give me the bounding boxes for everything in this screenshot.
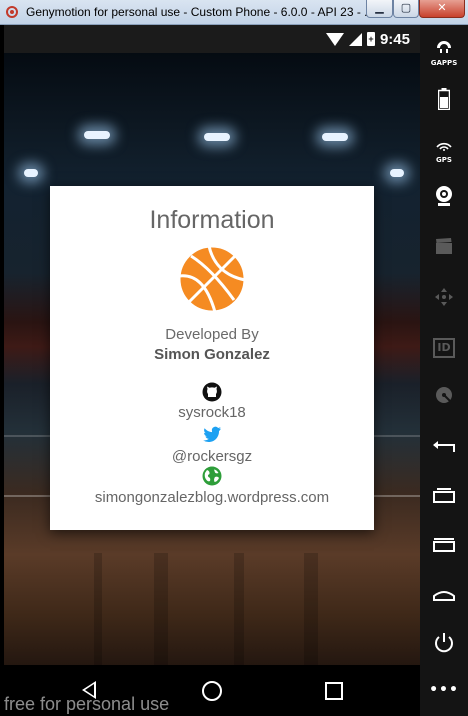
recents-icon[interactable] — [325, 682, 343, 700]
maximize-button[interactable]: ▢ — [393, 0, 419, 18]
status-clock: 9:45 — [379, 30, 410, 48]
genymotion-toolbar: GAPPS GPS ID ••• — [420, 25, 468, 716]
android-status-bar: 9:45 — [4, 25, 420, 53]
menu-icon — [433, 538, 455, 552]
camera-button[interactable] — [420, 185, 468, 211]
recent-apps-icon — [433, 488, 455, 503]
dpad-icon — [435, 288, 453, 306]
back-arrow-icon — [433, 441, 455, 452]
gapps-button[interactable]: GAPPS — [420, 39, 468, 67]
arena-light — [204, 133, 230, 141]
information-dialog: Information Developed By Simon Gonzalez … — [50, 186, 374, 530]
watermark-text: free for personal use — [4, 694, 170, 714]
id-icon: ID — [433, 338, 455, 358]
basketball-icon — [177, 244, 247, 314]
home-icon[interactable] — [202, 681, 222, 701]
gapps-label: GAPPS — [430, 59, 458, 67]
developer-name: Simon Gonzalez — [154, 346, 270, 363]
floor-plank — [234, 553, 244, 665]
gapps-icon — [437, 41, 451, 53]
github-icon[interactable] — [202, 382, 222, 402]
arena-light — [322, 133, 348, 141]
back-button[interactable] — [420, 438, 468, 458]
minimize-button[interactable]: ▁ — [366, 0, 393, 18]
webcam-icon — [436, 186, 452, 206]
home-outline-icon — [433, 591, 455, 601]
genymotion-app-icon — [6, 6, 18, 18]
clapperboard-icon — [436, 238, 452, 254]
home-button[interactable] — [420, 587, 468, 606]
github-handle[interactable]: sysrock18 — [50, 404, 374, 421]
window-title: Genymotion for personal use - Custom Pho… — [26, 5, 375, 19]
remote-control-button[interactable] — [420, 287, 468, 311]
globe-icon[interactable] — [202, 466, 222, 486]
device-id-button[interactable]: ID — [420, 336, 468, 358]
gps-signal-icon — [436, 142, 452, 151]
disk-io-button[interactable] — [420, 385, 468, 409]
cell-signal-icon — [348, 32, 362, 46]
battery-icon — [437, 88, 451, 111]
website-link[interactable]: simongonzalezblog.wordpress.com — [50, 489, 374, 506]
developed-by-label: Developed By — [165, 326, 259, 343]
recent-apps-button[interactable] — [420, 487, 468, 507]
more-options-button[interactable]: ••• — [420, 682, 468, 698]
menu-button[interactable] — [420, 537, 468, 556]
twitter-icon[interactable] — [202, 424, 222, 444]
battery-button[interactable] — [420, 88, 468, 114]
close-button[interactable]: ✕ — [419, 0, 465, 18]
floor-plank — [94, 553, 102, 665]
battery-charging-icon — [366, 32, 375, 46]
arena-light — [390, 169, 404, 177]
gps-button[interactable]: GPS — [420, 136, 468, 164]
twitter-handle[interactable]: @rockersgz — [50, 448, 374, 465]
wifi-icon — [325, 32, 344, 46]
power-button[interactable] — [420, 632, 468, 658]
gps-label: GPS — [436, 156, 452, 164]
disk-icon — [436, 387, 452, 403]
floor-plank — [154, 553, 168, 665]
window-title-bar: Genymotion for personal use - Custom Pho… — [0, 0, 468, 25]
screencast-button[interactable] — [420, 237, 468, 259]
arena-light — [84, 131, 110, 139]
floor-plank — [304, 553, 318, 665]
phone-screen: 9:45 Information — [4, 25, 420, 716]
power-icon — [435, 633, 453, 653]
arena-light — [24, 169, 38, 177]
dialog-title: Information — [149, 206, 275, 234]
